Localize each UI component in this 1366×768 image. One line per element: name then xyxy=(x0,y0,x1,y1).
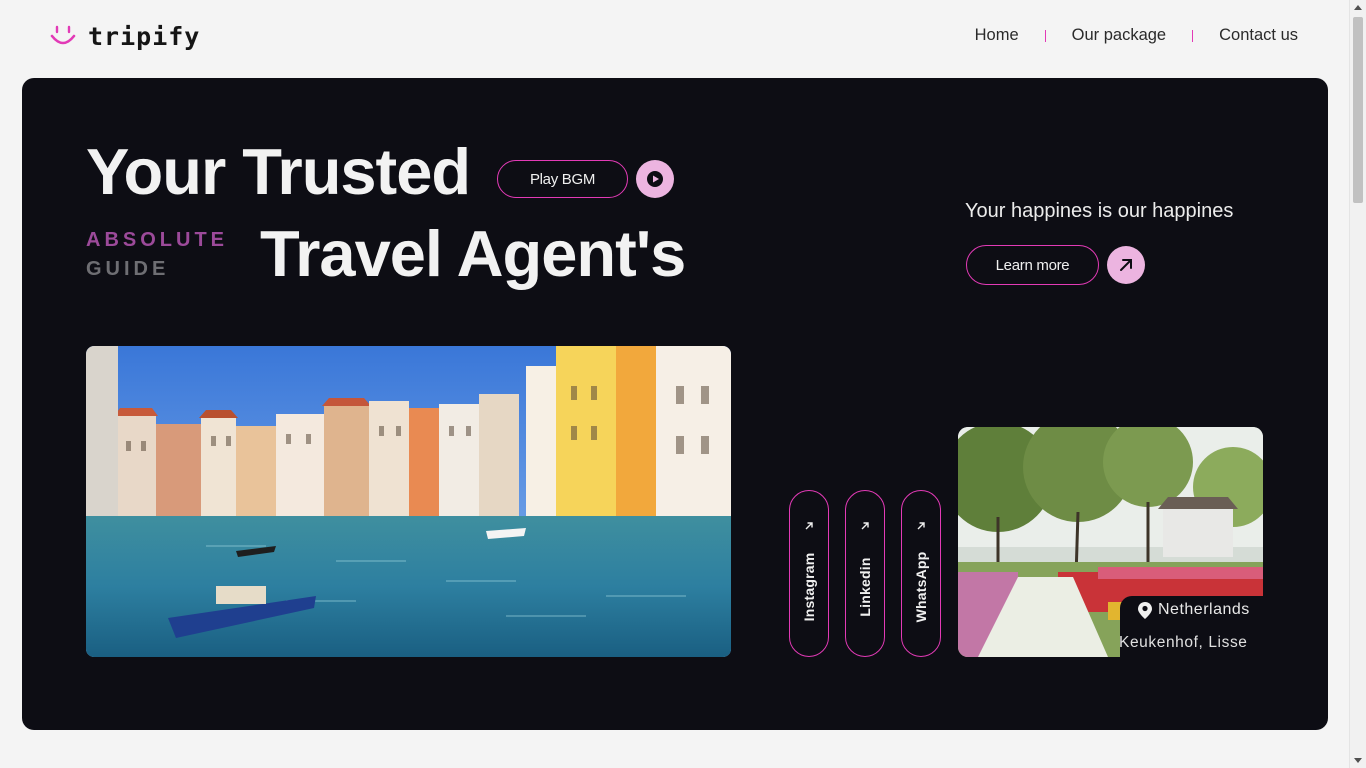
play-bgm-button[interactable]: Play BGM xyxy=(497,160,628,198)
whatsapp-link[interactable]: WhatsApp xyxy=(901,490,941,657)
badge-line1: ABSOLUTE xyxy=(86,229,228,251)
smiley-icon xyxy=(50,25,76,44)
hero-title-line1: Your Trusted xyxy=(86,135,471,208)
nav-divider xyxy=(1044,29,1046,42)
scroll-thumb[interactable] xyxy=(1353,17,1363,203)
arrow-up-right-icon xyxy=(805,522,813,530)
arrow-up-right-icon xyxy=(917,522,925,530)
instagram-link[interactable]: Instagram xyxy=(789,490,829,657)
hero-section: Your Trusted Travel Agent's ABSOLUTE GUI… xyxy=(22,78,1328,730)
scroll-up-arrow-icon[interactable] xyxy=(1354,5,1362,10)
nav-our-package[interactable]: Our package xyxy=(1072,26,1166,45)
brand-name: tripify xyxy=(88,22,201,51)
scroll-down-arrow-icon[interactable] xyxy=(1354,758,1362,763)
main-nav: Home Our package Contact us xyxy=(975,26,1298,45)
play-button[interactable] xyxy=(636,160,674,198)
nav-home[interactable]: Home xyxy=(975,26,1019,45)
location-country: Netherlands xyxy=(1138,601,1250,619)
linkedin-link[interactable]: Linkedin xyxy=(845,490,885,657)
nav-divider xyxy=(1192,29,1194,42)
arrow-up-right-icon xyxy=(1120,259,1132,271)
tagline: Your happines is our happines xyxy=(965,200,1234,222)
brand-logo[interactable]: tripify xyxy=(50,22,200,51)
hero-title-line2: Travel Agent's xyxy=(260,217,686,290)
page-scrollbar[interactable] xyxy=(1349,0,1366,768)
nav-contact-us[interactable]: Contact us xyxy=(1219,26,1298,45)
absolute-guide-badge: ABSOLUTE GUIDE xyxy=(86,226,228,284)
learn-more-arrow-button[interactable] xyxy=(1107,246,1145,284)
instagram-label: Instagram xyxy=(801,552,817,622)
linkedin-label: Linkedin xyxy=(857,557,873,617)
map-pin-icon xyxy=(1138,601,1152,619)
whatsapp-label: WhatsApp xyxy=(913,551,929,623)
venice-canal-image xyxy=(86,346,731,657)
location-place: Keukenhof, Lisse xyxy=(1119,634,1248,651)
arrow-up-right-icon xyxy=(861,522,869,530)
play-icon xyxy=(647,171,663,187)
badge-line2: GUIDE xyxy=(86,258,170,280)
learn-more-button[interactable]: Learn more xyxy=(966,245,1099,285)
location-country-label: Netherlands xyxy=(1158,601,1250,618)
